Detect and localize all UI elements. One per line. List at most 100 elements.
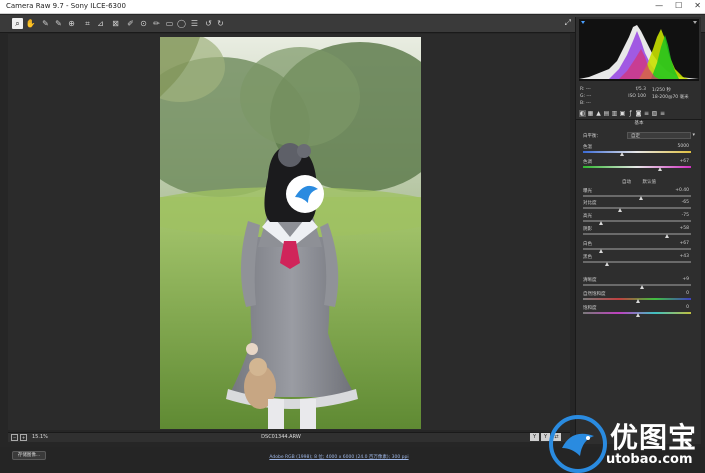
slider-8[interactable]: 清晰度 +9 xyxy=(583,277,695,289)
slider-4[interactable]: 高光 -75 xyxy=(583,213,695,225)
slider-1[interactable]: 色调 +67 xyxy=(583,159,695,171)
white-balance-tool-icon[interactable]: ✎ xyxy=(40,18,51,29)
slider-thumb[interactable] xyxy=(640,285,645,289)
auto-link[interactable]: 自动 xyxy=(622,180,631,185)
save-image-button[interactable]: 存储图像... xyxy=(12,451,46,460)
before-after-button[interactable]: Y xyxy=(530,433,539,441)
straighten-tool-icon[interactable]: ⊿ xyxy=(95,18,106,29)
tab-lens-icon[interactable]: ▣ xyxy=(619,110,626,117)
section-basic: 基本 xyxy=(576,119,702,126)
maximize-icon[interactable]: ☐ xyxy=(675,1,682,10)
tab-basic-icon[interactable]: ◐ xyxy=(579,110,586,117)
slider-thumb[interactable] xyxy=(636,313,640,317)
slider-thumb[interactable] xyxy=(658,167,663,171)
auto-default-links: 自动 默认值 xyxy=(576,179,702,185)
tab-split-toning-icon[interactable]: ▥ xyxy=(611,110,618,117)
tab-detail-icon[interactable]: ▲ xyxy=(595,110,602,117)
slider-value[interactable]: 0 xyxy=(686,305,689,310)
right-panel: R: --- f/5.3 1/250 秒 G: --- ISO 100 18-200@7… xyxy=(575,17,702,444)
slider-track[interactable] xyxy=(583,233,691,235)
white-balance-row: 白平衡： 自定 ▾ xyxy=(583,132,697,140)
slider-value[interactable]: 5000 xyxy=(678,144,689,149)
slider-value[interactable]: -75 xyxy=(682,213,689,218)
slider-3[interactable]: 对比度 -65 xyxy=(583,200,695,212)
slider-0[interactable]: 色温 5000 xyxy=(583,144,695,156)
utobao-watermark: 优图宝 utobao.com xyxy=(548,412,705,473)
crop-tool-icon[interactable]: ⌗ xyxy=(82,18,93,29)
slider-5[interactable]: 阴影 +58 xyxy=(583,226,695,238)
slider-thumb[interactable] xyxy=(598,249,603,253)
zoom-tool-icon[interactable]: ⌕ xyxy=(12,18,23,29)
tab-snapshots-icon[interactable]: ▧ xyxy=(651,110,658,117)
default-link[interactable]: 默认值 xyxy=(642,180,656,185)
slider-thumb[interactable] xyxy=(636,299,640,303)
slider-value[interactable]: +9 xyxy=(682,277,689,282)
white-balance-select[interactable]: 自定 xyxy=(627,132,691,139)
slider-thumb[interactable] xyxy=(620,152,625,156)
slider-value[interactable]: 0 xyxy=(686,291,689,296)
tab-effects-icon[interactable]: ƒ xyxy=(627,110,634,117)
zoom-out-icon[interactable]: − xyxy=(11,434,18,441)
slider-label: 饱和度 xyxy=(583,306,597,311)
slider-label: 清晰度 xyxy=(583,278,597,283)
slider-track[interactable] xyxy=(583,284,691,286)
slider-value[interactable]: +0.40 xyxy=(675,188,689,193)
radial-filter-tool-icon[interactable]: ◯ xyxy=(176,18,187,29)
slider-value[interactable]: +67 xyxy=(680,159,690,164)
rotate-left-icon[interactable]: ↺ xyxy=(203,18,214,29)
zoom-in-icon[interactable]: + xyxy=(20,434,27,441)
workflow-options-link[interactable]: Adobe RGB (1998); 8 位; 4000 x 6000 (24.0… xyxy=(256,454,422,460)
targeted-adjustment-tool-icon[interactable]: ⊕ xyxy=(66,18,77,29)
chevron-down-icon: ▾ xyxy=(692,132,695,138)
slider-thumb[interactable] xyxy=(664,234,669,238)
tab-hsl-icon[interactable]: ▤ xyxy=(603,110,610,117)
close-icon[interactable]: ✕ xyxy=(694,1,701,10)
tab-presets-icon[interactable]: ≡ xyxy=(643,110,650,117)
slider-7[interactable]: 黑色 +43 xyxy=(583,254,695,266)
hand-tool-icon[interactable]: ✋ xyxy=(25,18,36,29)
status-bar: − + 15.1% DSC01344.ARW Y Y ⇄ xyxy=(8,432,570,442)
fullscreen-toggle-icon[interactable]: ⤢ xyxy=(565,18,571,28)
tab-camera-calibration-icon[interactable]: ◙ xyxy=(635,110,642,117)
slider-label: 黑色 xyxy=(583,255,592,260)
adjustment-brush-tool-icon[interactable]: ✏ xyxy=(151,18,162,29)
graduated-filter-tool-icon[interactable]: ▭ xyxy=(164,18,175,29)
tab-tone-curve-icon[interactable]: ▦ xyxy=(587,110,594,117)
histogram-graphic xyxy=(579,19,699,81)
tab-menu-icon[interactable]: ≡ xyxy=(659,110,666,117)
slider-label: 自然饱和度 xyxy=(583,292,606,297)
slider-2[interactable]: 曝光 +0.40 xyxy=(583,188,695,200)
slider-10[interactable]: 饱和度 0 xyxy=(583,305,695,317)
slider-9[interactable]: 自然饱和度 0 xyxy=(583,291,695,303)
spot-removal-tool-icon[interactable]: ✐ xyxy=(125,18,136,29)
window-title: Camera Raw 9.7 - Sony ILCE-6300 xyxy=(6,2,126,10)
red-eye-tool-icon[interactable]: ⊙ xyxy=(138,18,149,29)
zoom-level[interactable]: 15.1% xyxy=(32,434,48,440)
exif-info: R: --- f/5.3 1/250 秒 G: --- ISO 100 18-200@7… xyxy=(580,87,689,106)
watermark-cn: 优图宝 xyxy=(610,421,698,454)
slider-thumb[interactable] xyxy=(598,221,603,225)
preferences-icon[interactable]: ☰ xyxy=(189,18,200,29)
slider-thumb[interactable] xyxy=(605,262,610,266)
window-controls: — ☐ ✕ xyxy=(655,1,701,10)
camera-raw-window: Camera Raw 9.7 - Sony ILCE-6300 — ☐ ✕ ⌕ … xyxy=(0,0,705,473)
slider-track[interactable] xyxy=(583,195,691,197)
slider-track[interactable] xyxy=(583,261,691,263)
slider-value[interactable]: -65 xyxy=(682,200,689,205)
white-balance-label: 白平衡： xyxy=(583,134,601,139)
slider-value[interactable]: +43 xyxy=(680,254,690,259)
slider-value[interactable]: +67 xyxy=(680,241,690,246)
slider-track[interactable] xyxy=(583,151,691,153)
histogram xyxy=(579,19,699,81)
slider-track[interactable] xyxy=(583,207,691,209)
slider-6[interactable]: 白色 +67 xyxy=(583,241,695,253)
watermark-en: utobao.com xyxy=(606,452,693,467)
transform-tool-icon[interactable]: ⊠ xyxy=(110,18,121,29)
slider-value[interactable]: +58 xyxy=(680,226,690,231)
slider-thumb[interactable] xyxy=(617,208,622,212)
minimize-icon[interactable]: — xyxy=(655,1,663,10)
rotate-right-icon[interactable]: ↻ xyxy=(215,18,226,29)
slider-track[interactable] xyxy=(583,166,691,168)
section-title: 基本 xyxy=(634,121,644,126)
color-sampler-tool-icon[interactable]: ✎ xyxy=(53,18,64,29)
